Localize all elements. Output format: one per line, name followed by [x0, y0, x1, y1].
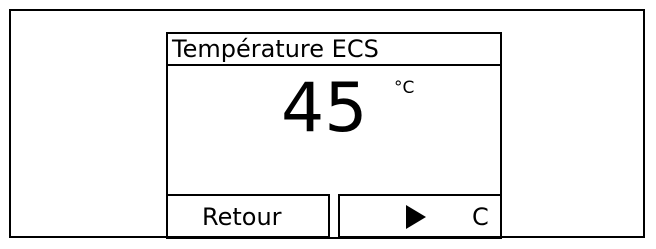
- device-display: Température ECS 45 °C Retour C: [166, 32, 502, 239]
- select-softkey[interactable]: C: [338, 194, 500, 237]
- play-arrow-icon: [406, 205, 426, 229]
- title-bar: Température ECS: [168, 34, 500, 66]
- back-softkey[interactable]: Retour: [168, 194, 330, 237]
- temperature-unit: °C: [394, 78, 415, 98]
- temperature-value: 45: [281, 69, 368, 148]
- screen-title: Température ECS: [172, 35, 379, 63]
- softkey-divider: [330, 194, 338, 237]
- back-softkey-label: Retour: [202, 203, 282, 231]
- select-softkey-label: C: [472, 203, 489, 231]
- value-area: 45 °C: [168, 66, 500, 194]
